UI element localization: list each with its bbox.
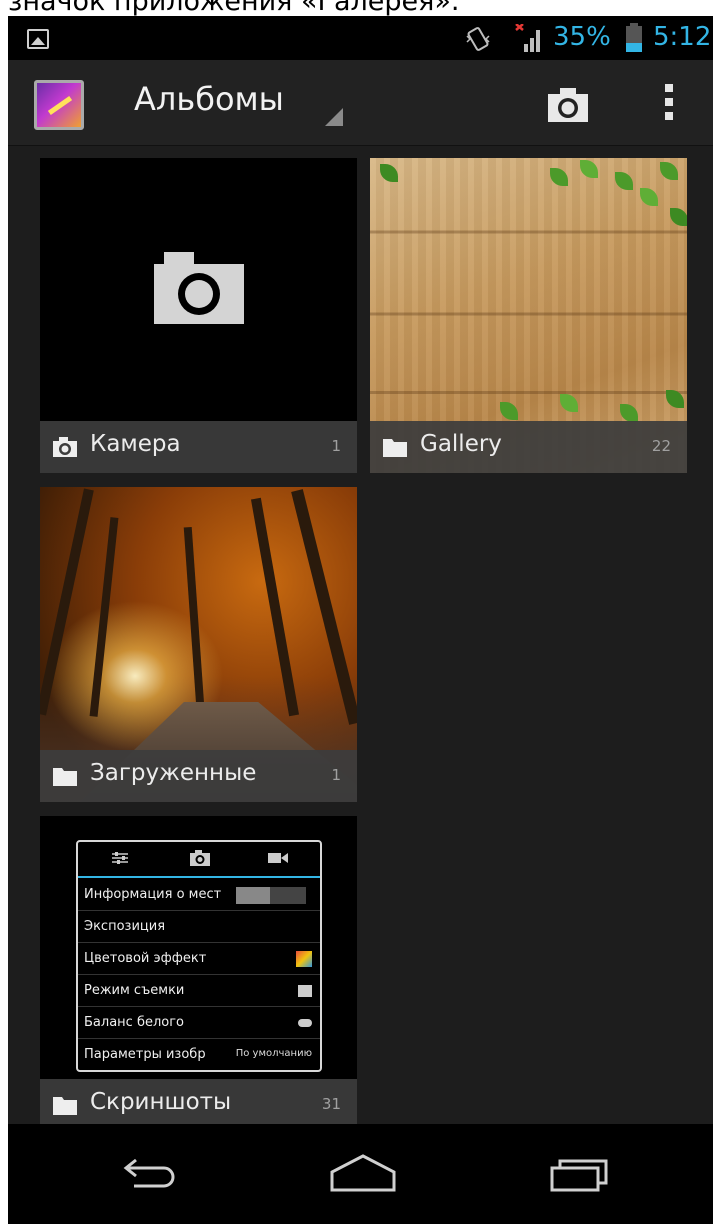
action-bar: Альбомы [8,60,713,146]
clock: 5:12 [653,22,712,52]
album-label: Загруженные 1 [40,750,357,802]
settings-row-label: Параметры изобр [84,1047,206,1062]
album-count: 31 [321,1095,341,1113]
album-tile-downloads[interactable]: Загруженные 1 [40,487,357,802]
vibrate-icon [466,27,490,51]
settings-row: Режим съемки [78,976,320,1007]
caption-text: значок приложения «Галерея». [8,0,460,17]
leaf-decoration [500,402,518,420]
album-count: 1 [331,766,341,784]
no-signal-icon [515,24,540,52]
settings-row-value: По умолчанию [235,1048,312,1059]
leaf-decoration [620,404,638,422]
navigation-bar [8,1124,713,1224]
album-count: 1 [331,437,341,455]
settings-row-label: Режим съемки [84,983,185,998]
screenshot-thumbnail: Информация о мест Экспозиция Цветовой эф… [76,840,322,1072]
battery-icon [626,23,642,52]
album-count: 22 [651,437,671,455]
tree-trunk [250,497,300,717]
recent-apps-icon[interactable] [546,1152,616,1194]
battery-percent: 35% [553,22,611,52]
phone-screen: 35% 5:12 Альбомы Камера 1 Gallery 22 Заг… [8,16,713,1224]
gallery-notification-icon [27,29,49,49]
overflow-menu-icon[interactable] [664,84,674,126]
white-balance-icon [298,1019,312,1027]
settings-row: Информация о мест [78,880,320,911]
tree-trunk [89,517,119,717]
tree-trunk [183,526,205,708]
camera-icon [190,850,210,866]
folder-icon [53,1097,77,1115]
album-name: Загруженные [90,760,257,786]
album-label: Gallery 22 [370,421,687,473]
scene-mode-icon [298,985,312,997]
album-view-spinner-label[interactable]: Альбомы [134,80,284,118]
leaf-decoration [615,172,633,190]
leaf-decoration [380,164,398,182]
album-tile-camera[interactable]: Камера 1 [40,158,357,473]
leaf-decoration [670,208,687,226]
folder-icon [53,768,77,786]
home-icon[interactable] [328,1152,398,1194]
leaf-decoration [580,160,598,178]
album-tile-gallery[interactable]: Gallery 22 [370,158,687,473]
leaf-decoration [640,188,658,206]
settings-row-label: Экспозиция [84,919,166,934]
settings-row-label: Информация о мест [84,887,222,902]
camera-settings-tabs [78,842,320,878]
album-name: Скриншоты [90,1089,232,1115]
folder-icon [383,439,407,457]
video-camera-icon [268,853,288,863]
leaf-decoration [660,162,678,180]
dropdown-icon[interactable] [325,108,343,126]
camera-icon [53,437,77,457]
camera-placeholder-icon [154,252,244,324]
leaf-decoration [666,390,684,408]
settings-row-label: Цветовой эффект [84,951,207,966]
album-label: Камера 1 [40,421,357,473]
leaf-decoration [550,168,568,186]
gallery-app-icon[interactable] [34,80,84,130]
settings-row-label: Баланс белого [84,1015,185,1030]
status-bar: 35% 5:12 [8,16,713,60]
settings-row: Цветовой эффект [78,944,320,975]
settings-row: Баланс белого [78,1008,320,1039]
back-icon[interactable] [116,1152,186,1194]
leaf-decoration [560,394,578,412]
album-name: Камера [90,431,181,457]
camera-icon[interactable] [548,88,588,122]
battery-fill [626,42,642,52]
toggle-switch [236,887,306,904]
album-tile-screenshots[interactable]: Информация о мест Экспозиция Цветовой эф… [40,816,357,1131]
tree-trunk [291,489,357,725]
color-effect-icon [296,951,312,967]
settings-row: Экспозиция [78,912,320,943]
tree-trunk [40,488,94,716]
settings-row: Параметры изобр По умолчанию [78,1040,320,1071]
album-name: Gallery [420,431,502,457]
settings-sliders-icon [112,852,128,864]
